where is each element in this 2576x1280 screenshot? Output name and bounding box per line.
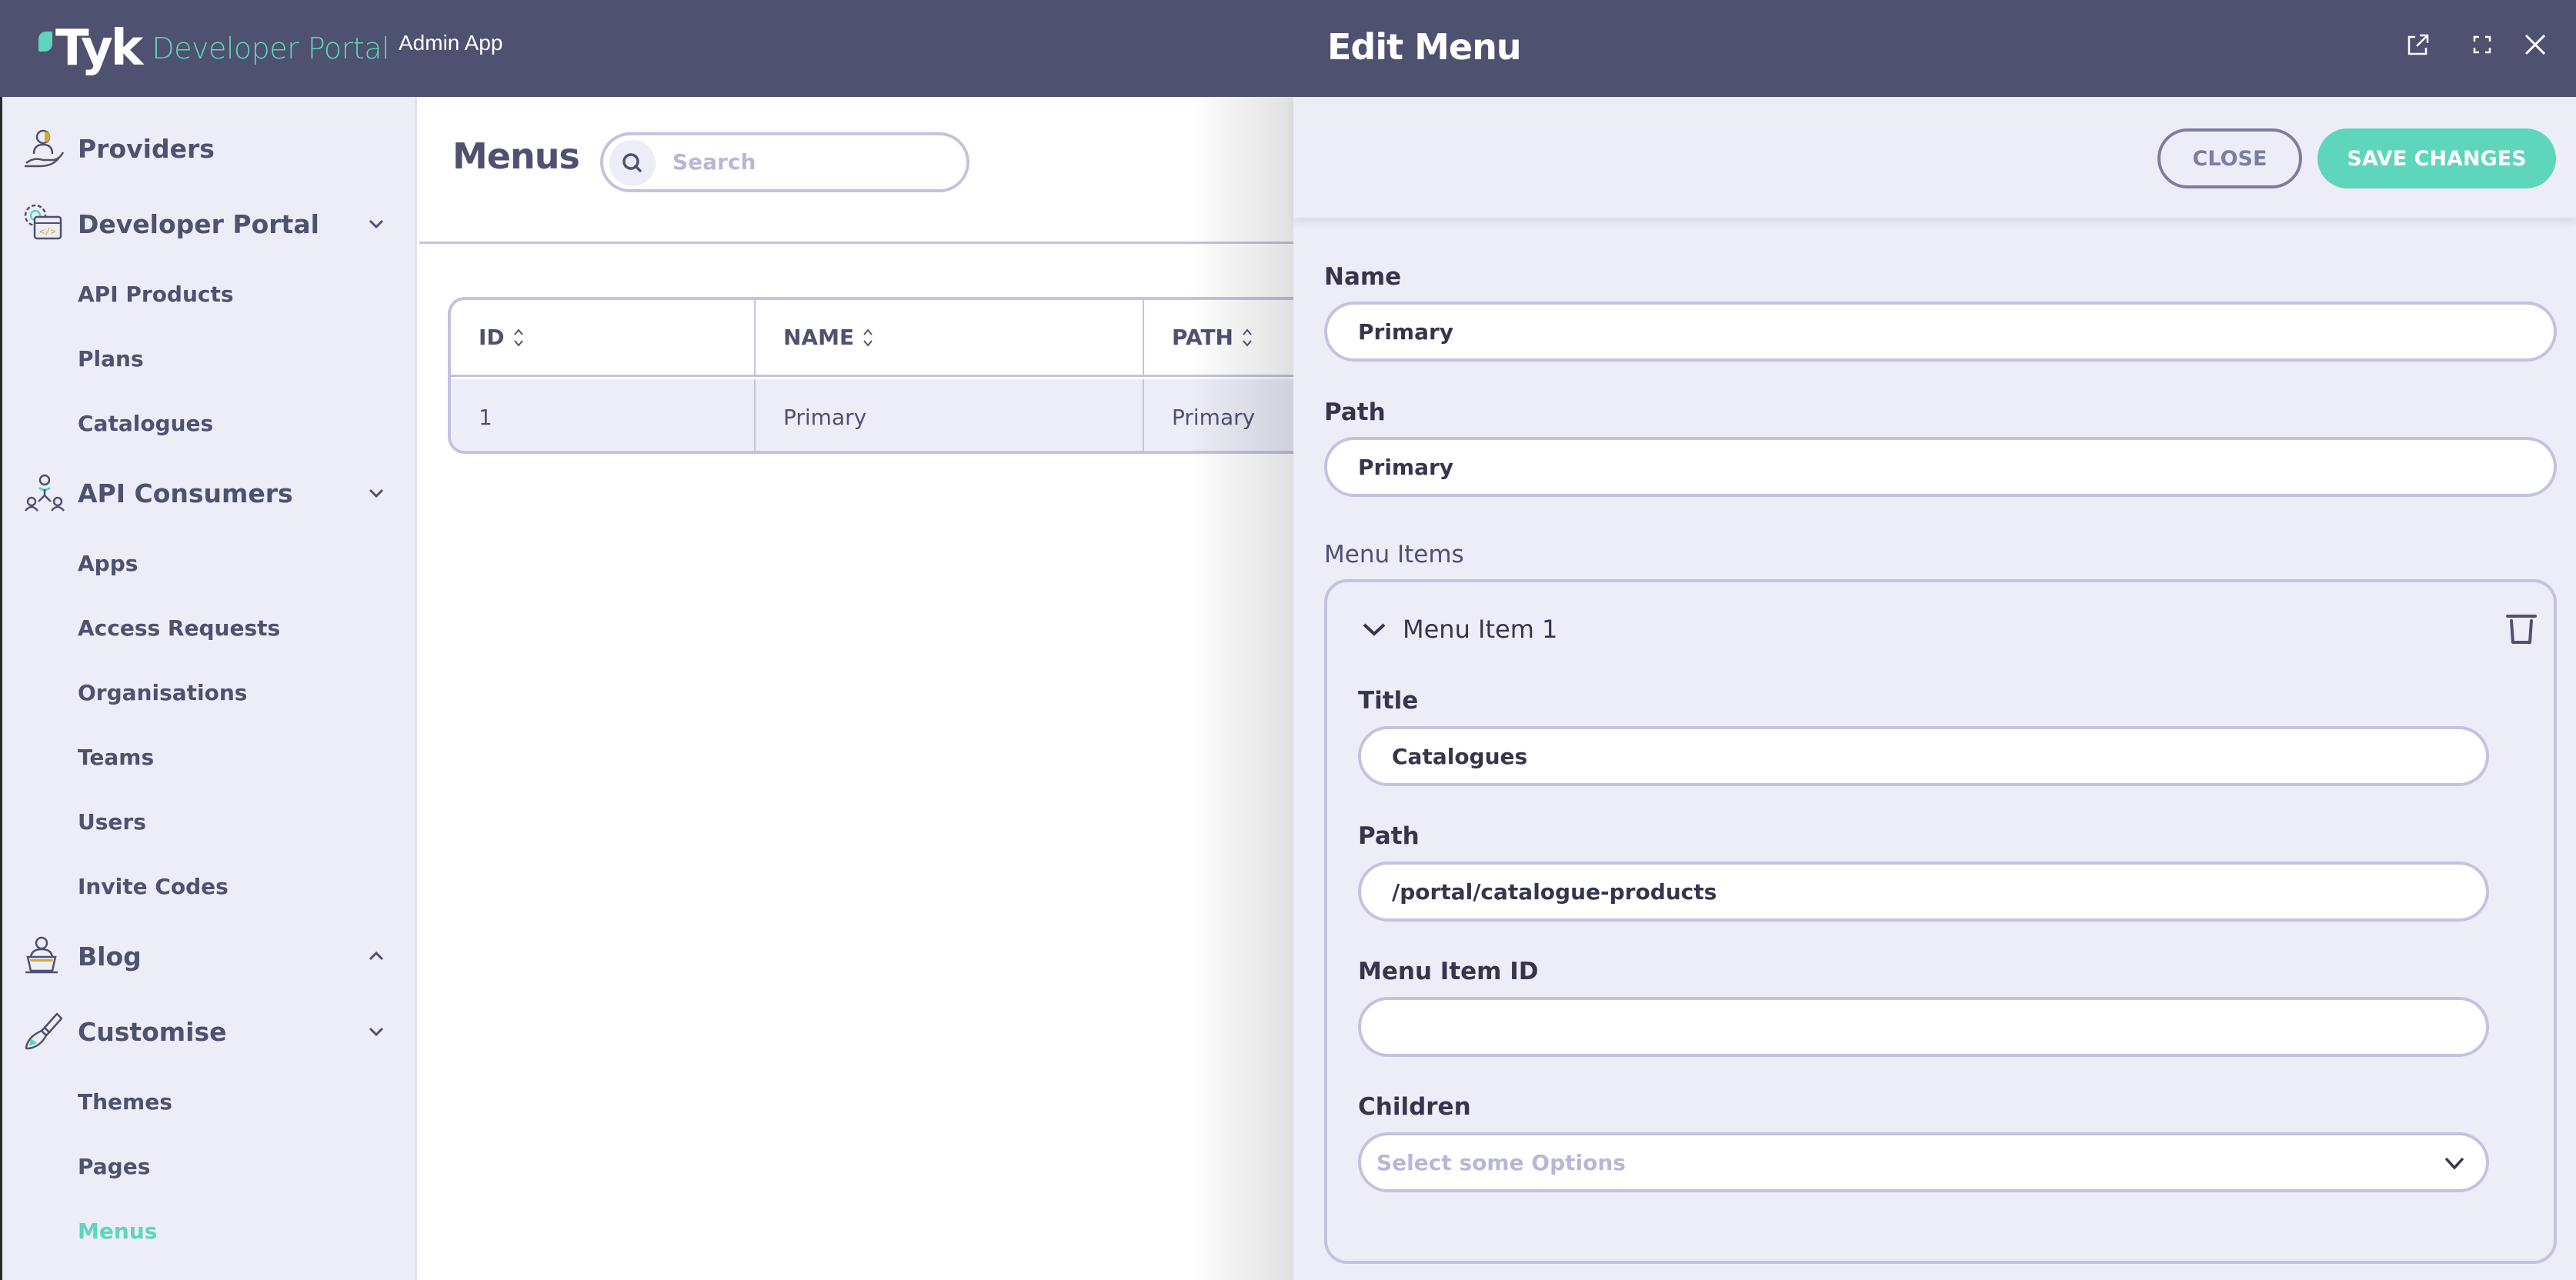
sidebar-item-apps[interactable]: Apps [78, 551, 138, 576]
sidebar-item-api-products[interactable]: API Products [78, 282, 234, 307]
sidebar-group-label: Developer Portal [78, 208, 319, 239]
trash-icon[interactable] [2504, 612, 2538, 647]
app-name: Admin App [399, 31, 503, 55]
blog-laptop-icon [25, 936, 58, 974]
sidebar-item-plans[interactable]: Plans [78, 346, 144, 372]
sort-icon[interactable] [1241, 326, 1253, 349]
menu-item-id-input[interactable] [1358, 997, 2489, 1057]
sidebar-item-access-requests[interactable]: Access Requests [78, 615, 280, 641]
tyk-leaf-icon [38, 32, 52, 52]
table-row[interactable]: 1 Primary Primary [451, 379, 1302, 451]
sidebar-group-blog[interactable]: Blog [0, 929, 417, 983]
menu-items-label: Menu Items [1324, 541, 1464, 568]
sidebar-group-label: Providers [78, 133, 215, 164]
cell-path: Primary [1143, 379, 1302, 451]
sidebar-group-label: Customise [78, 1016, 227, 1047]
provider-hand-icon [25, 129, 65, 168]
menu-item-title: Menu Item 1 [1403, 615, 1558, 644]
search-icon [622, 153, 642, 172]
item-path-label: Path [1358, 822, 1420, 850]
search-placeholder: Search [672, 149, 756, 175]
close-icon[interactable] [2521, 31, 2549, 58]
tyk-logo[interactable]: Tyk Developer Portal [38, 20, 390, 77]
search-input[interactable]: Search [600, 132, 969, 192]
sidebar-item-users[interactable]: Users [78, 809, 146, 835]
chevron-up-icon[interactable] [365, 946, 388, 966]
children-label: Children [1358, 1093, 1471, 1121]
sidebar-item-menus[interactable]: Menus [78, 1218, 157, 1244]
name-input[interactable]: Primary [1324, 302, 2557, 362]
title-input[interactable]: Catalogues [1358, 726, 2489, 786]
sidebar: Providers </> Developer Portal API Produ… [0, 97, 417, 1280]
sidebar-group-label: API Consumers [78, 478, 293, 508]
sidebar-group-api-consumers[interactable]: API Consumers [0, 466, 417, 520]
sidebar-item-catalogues[interactable]: Catalogues [78, 411, 213, 436]
panel-toolbar: CLOSE SAVE CHANGES [1293, 97, 2576, 218]
menu-item-card: Menu Item 1 Title Catalogues Path /porta… [1324, 579, 2557, 1264]
overlay-shadow [1189, 97, 1293, 1280]
logo-product: Developer Portal [152, 32, 390, 65]
column-label: ID [479, 325, 505, 350]
sidebar-group-label: Blog [78, 941, 142, 972]
sidebar-item-themes[interactable]: Themes [78, 1089, 172, 1115]
children-select[interactable]: Select some Options [1358, 1132, 2489, 1192]
chevron-down-icon[interactable] [365, 214, 388, 234]
column-header-path[interactable]: PATH [1143, 300, 1302, 375]
menu-item-toggle[interactable]: Menu Item 1 [1361, 615, 1557, 644]
search-icon-wrap [609, 140, 656, 186]
svg-text:</>: </> [39, 226, 56, 237]
item-path-input[interactable]: /portal/catalogue-products [1358, 862, 2489, 922]
main-content: Menus Search ID NAME PATH 1 Primary Prim… [419, 97, 1302, 1280]
sidebar-group-developer-portal[interactable]: </> Developer Portal [0, 197, 417, 251]
column-header-id[interactable]: ID [451, 300, 754, 375]
children-placeholder: Select some Options [1376, 1149, 1626, 1175]
save-changes-button[interactable]: SAVE CHANGES [2317, 128, 2556, 188]
column-header-name[interactable]: NAME [754, 300, 1143, 375]
menu-item-id-label: Menu Item ID [1358, 958, 1539, 985]
divider [419, 242, 1293, 244]
table-header: ID NAME PATH [451, 300, 1302, 377]
chevron-down-icon[interactable] [365, 483, 388, 503]
cell-id: 1 [479, 404, 492, 430]
cell-name: Primary [754, 379, 1143, 451]
name-label: Name [1324, 263, 1402, 291]
sidebar-group-providers[interactable]: Providers [0, 122, 417, 175]
sidebar-group-customise[interactable]: Customise [0, 1005, 417, 1058]
sort-icon[interactable] [512, 326, 525, 349]
menus-table: ID NAME PATH 1 Primary Primary [448, 297, 1302, 454]
page-title: Menus [452, 135, 580, 177]
edit-menu-panel: Edit Menu CLOSE SAVE CHANGES Name Primar… [1293, 0, 2576, 1280]
sidebar-item-teams[interactable]: Teams [78, 745, 154, 770]
developer-portal-icon: </> [24, 204, 62, 240]
sidebar-item-invite-codes[interactable]: Invite Codes [78, 874, 229, 899]
chevron-down-icon[interactable] [365, 1022, 388, 1042]
fullscreen-icon[interactable] [2468, 31, 2496, 58]
column-label: PATH [1172, 325, 1233, 350]
sort-icon[interactable] [862, 326, 874, 349]
title-label: Title [1358, 687, 1419, 715]
sidebar-item-pages[interactable]: Pages [78, 1154, 150, 1179]
close-button[interactable]: CLOSE [2157, 128, 2302, 188]
logo-brand: Tyk [55, 20, 143, 77]
paintbrush-icon [25, 1012, 63, 1050]
sidebar-item-organisations[interactable]: Organisations [78, 680, 247, 705]
api-consumers-icon [25, 474, 65, 512]
chevron-down-icon [1363, 623, 1386, 636]
panel-header: Edit Menu [1293, 0, 2576, 97]
panel-title: Edit Menu [1327, 26, 1522, 68]
chevron-down-icon [2444, 1157, 2464, 1170]
path-label: Path [1324, 398, 1386, 426]
path-input[interactable]: Primary [1324, 437, 2557, 497]
column-label: NAME [783, 325, 855, 350]
open-external-icon[interactable] [2404, 31, 2432, 58]
